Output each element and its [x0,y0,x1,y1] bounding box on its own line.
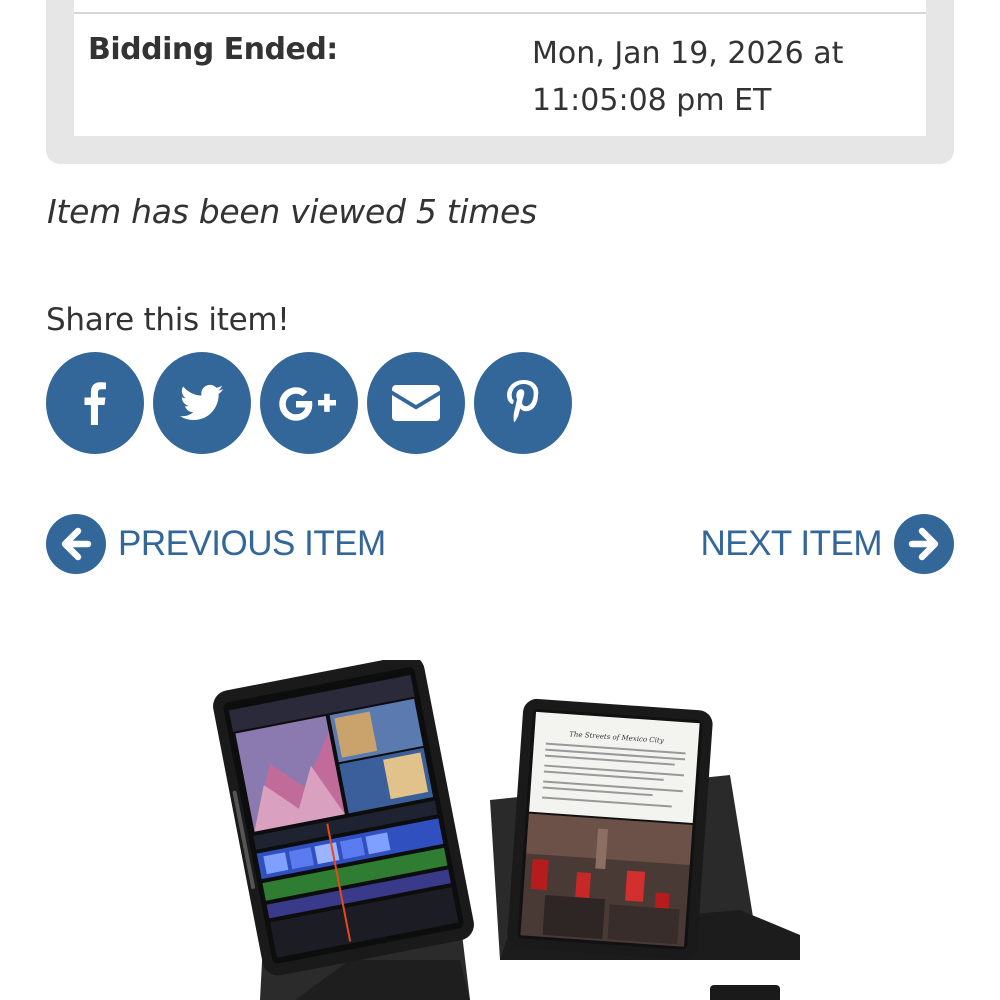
twitter-icon [180,384,224,421]
google-plus-icon [279,387,336,421]
bidding-ended-label: Bidding Ended: [88,32,338,67]
share-google-plus-button[interactable] [260,352,358,454]
share-title: Share this item! [46,302,290,338]
arrow-left-circle-icon [46,514,106,574]
share-twitter-button[interactable] [153,352,251,454]
facebook-icon [84,382,106,425]
previous-item-label: PREVIOUS ITEM [118,524,386,563]
envelope-icon [392,385,440,421]
auction-info-panel: Bidding Ended: Mon, Jan 19, 2026 at 11:0… [46,0,954,164]
view-count-text: Item has been viewed 5 times [47,192,537,231]
arrow-right-circle-icon [894,514,954,574]
row-divider [74,12,926,14]
next-item-label: NEXT ITEM [700,524,882,563]
next-item-link[interactable]: NEXT ITEM [700,514,954,574]
auction-info-table: Bidding Ended: Mon, Jan 19, 2026 at 11:0… [74,0,926,136]
previous-item-link[interactable]: PREVIOUS ITEM [46,514,386,574]
share-email-button[interactable] [367,352,465,454]
pinterest-icon [507,380,539,423]
bidding-ended-value: Mon, Jan 19, 2026 at 11:05:08 pm ET [532,36,844,118]
share-facebook-button[interactable] [46,352,144,454]
product-image[interactable]: The Streets of Mexico City [200,660,820,1000]
share-pinterest-button[interactable] [474,352,572,454]
